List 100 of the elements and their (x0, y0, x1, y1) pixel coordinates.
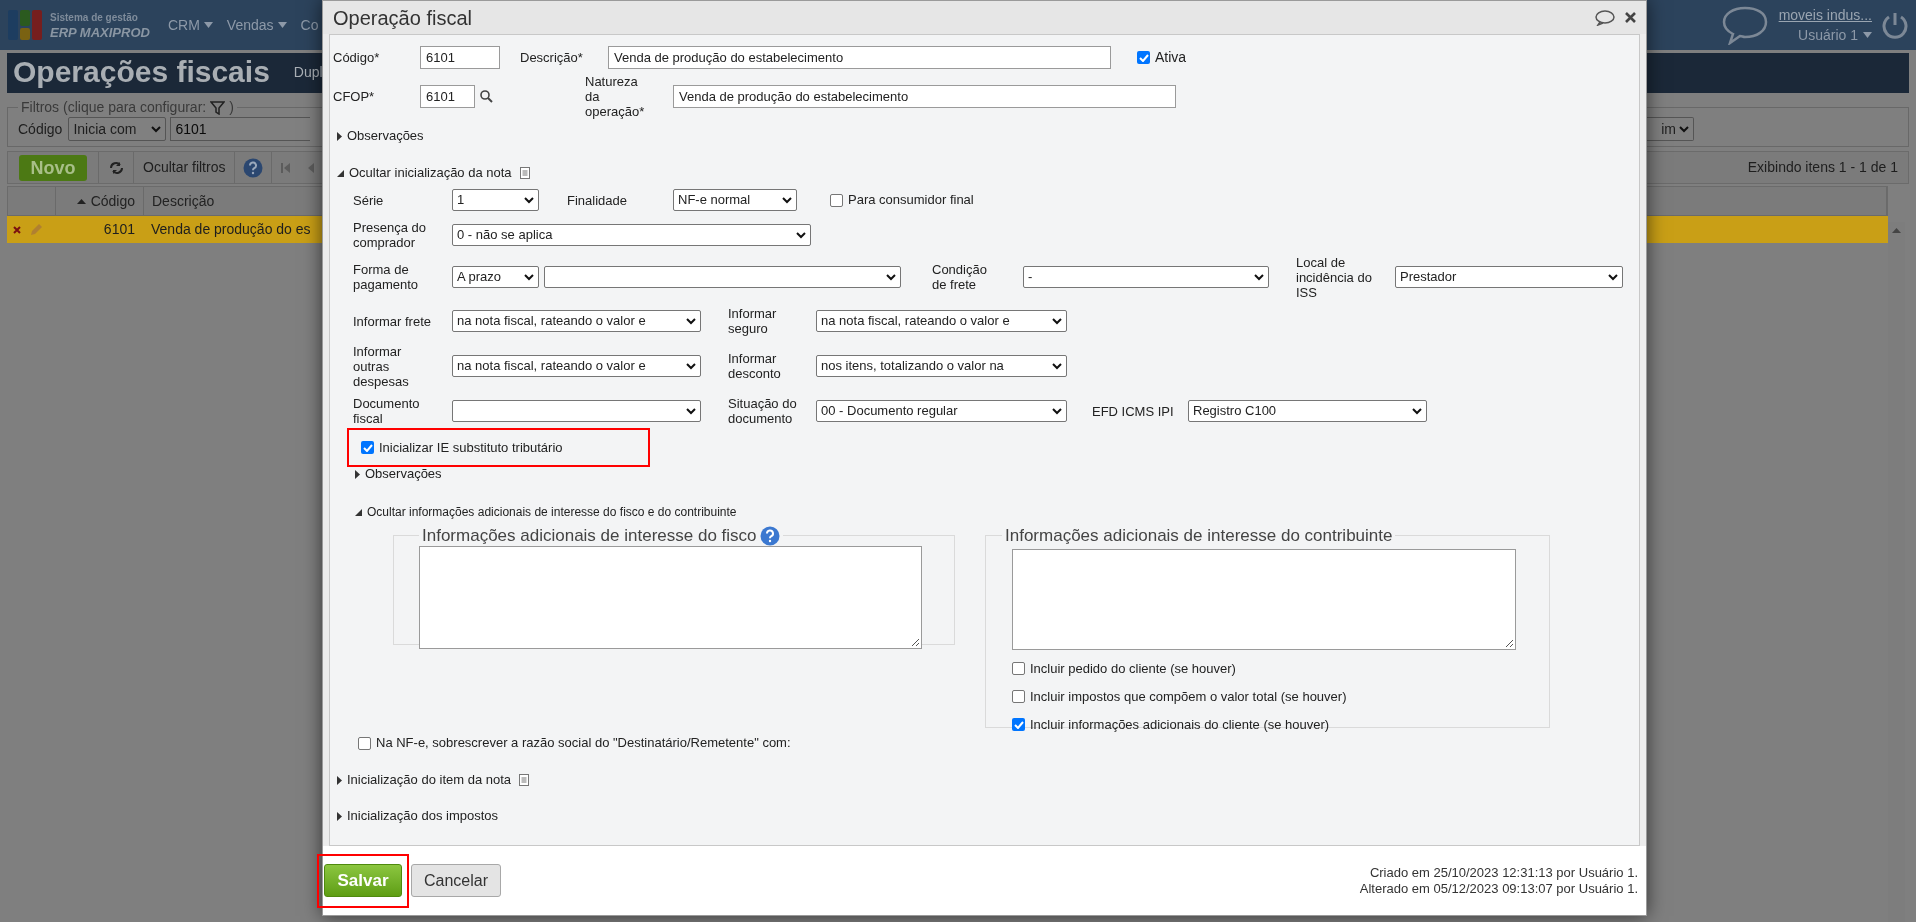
dropdown[interactable]: nos itens, totalizando o valor na (816, 355, 1067, 377)
field-label: Situação do documento (728, 396, 798, 426)
cancel-button[interactable]: Cancelar (411, 864, 501, 897)
chevron-icon (686, 362, 696, 370)
dropdown[interactable]: na nota fiscal, rateando o valor e (452, 355, 701, 377)
checkbox[interactable] (830, 193, 843, 207)
field-label: Condição de frete (932, 262, 988, 292)
field-label: Descrição* (520, 48, 584, 67)
section-toggle[interactable]: Inicialização dos impostos (337, 804, 499, 828)
input-field[interactable]: Venda de produção do estabelecimento (673, 85, 1176, 108)
field-label: Série (353, 192, 385, 208)
field-label: Local de incidência do ISS (1296, 254, 1373, 300)
checkbox[interactable] (1012, 718, 1025, 731)
field-label: Código* (333, 48, 381, 67)
close-icon[interactable] (1625, 12, 1636, 23)
delete-icon[interactable] (13, 225, 21, 234)
refresh-icon[interactable] (108, 160, 124, 175)
funnel-icon[interactable] (210, 100, 226, 115)
checkbox[interactable] (1012, 662, 1025, 675)
toolbar-link[interactable]: Dupl (293, 62, 323, 83)
search-icon[interactable] (480, 90, 493, 103)
caret-icon (277, 22, 287, 28)
sort-ascending-icon (76, 198, 86, 204)
company-link[interactable]: moveis indus... (1778, 5, 1872, 25)
chevron-icon (686, 407, 696, 415)
field-label: EFD ICMS IPI (1092, 403, 1175, 419)
paging-text: Exibindo itens 1 - 1 de 1 (1747, 158, 1898, 177)
expand-triangle-icon (337, 811, 342, 821)
comment-icon[interactable] (1595, 9, 1615, 26)
checkbox[interactable] (1012, 690, 1025, 703)
section-toggle[interactable]: Observações (337, 124, 1639, 148)
modified-info: Alterado em 05/12/2023 09:13:07 por Usuário 1. (1359, 880, 1638, 897)
section-toggle[interactable]: Ocultar inicialização da nota (337, 161, 1639, 185)
input-field[interactable]: 6101 (420, 46, 500, 69)
dropdown[interactable]: 0 - não se aplica (452, 224, 811, 246)
collapse-triangle-icon (355, 508, 362, 516)
caret-icon (1863, 32, 1872, 38)
field-label: Finalidade (567, 192, 628, 208)
expand-triangle-icon (355, 469, 360, 479)
note-icon[interactable] (519, 167, 530, 179)
chevron-icon (782, 196, 792, 204)
note-icon[interactable] (519, 774, 530, 786)
checkbox-label: Incluir pedido do cliente (se houver) (1030, 659, 1236, 678)
chevron-icon (151, 125, 162, 133)
filter-legend-end: ) (229, 98, 234, 117)
menu-item[interactable]: Vendas (226, 14, 287, 36)
chevron-icon (524, 196, 534, 204)
dropdown[interactable]: na nota fiscal, rateando o valor e (452, 310, 701, 332)
user-menu[interactable]: Usuário 1 (1798, 25, 1872, 45)
power-icon[interactable] (1882, 11, 1908, 39)
section-toggle[interactable]: Inicialização do item da nota (337, 768, 530, 792)
operator-select[interactable]: Inicia com (68, 117, 167, 141)
resize-grip-icon[interactable] (911, 637, 919, 646)
chevron-icon (1254, 273, 1264, 281)
dropdown[interactable]: 1 (452, 189, 539, 211)
help-icon[interactable] (759, 525, 780, 546)
dropdown[interactable]: Registro C100 (1188, 400, 1427, 422)
chevron-icon (1412, 407, 1422, 415)
resize-grip-icon[interactable] (1505, 638, 1513, 647)
brand-tagline: Sistema de gestão (50, 11, 139, 25)
expand-triangle-icon (337, 131, 342, 141)
dropdown[interactable]: 00 - Documento regular (816, 400, 1067, 422)
checkbox-label: Incluir impostos que compõem o valor total (se houver) (1030, 687, 1347, 706)
dropdown[interactable] (544, 266, 901, 288)
filter-select[interactable]: im (1646, 117, 1694, 141)
checkbox[interactable] (361, 441, 374, 454)
section-toggle[interactable]: Ocultar informações adicionais de interesse do fisco e do contribuinte (355, 502, 737, 522)
checkbox-label: Incluir informações adicionais do cliente (se houver) (1030, 715, 1330, 734)
checkbox[interactable] (358, 736, 371, 750)
filter-legend: Filtros (clique para configurar: (21, 97, 207, 118)
dropdown[interactable]: Prestador (1395, 266, 1623, 288)
checkbox-label: Inicializar IE substituto tributário (379, 438, 563, 457)
dropdown[interactable]: na nota fiscal, rateando o valor e (816, 310, 1067, 332)
dropdown[interactable]: NF-e normal (673, 189, 797, 211)
menu-item[interactable]: CRM (167, 14, 213, 36)
input-field[interactable]: Venda de produção do estabelecimento (608, 46, 1111, 69)
field-label: Documento fiscal (353, 396, 421, 426)
chevron-icon (524, 273, 534, 281)
field-label: Presença do comprador (353, 220, 427, 250)
checkbox[interactable] (1137, 51, 1150, 64)
hide-filters-button[interactable]: Ocultar filtros (134, 157, 235, 178)
filter-input[interactable]: 6101 (170, 117, 311, 141)
chevron-icon (686, 317, 696, 325)
fieldset-legend: Informações adicionais de interesse do fisco (422, 523, 757, 549)
help-icon[interactable] (243, 157, 264, 178)
checkbox-label: Na NF-e, sobrescrever a razão social do "Destinatário/Remetente" com: (376, 734, 791, 753)
chevron-icon (1052, 362, 1062, 370)
fieldset-legend: Informações adicionais de interesse do contribuinte (1005, 526, 1393, 545)
dropdown[interactable]: A prazo (452, 266, 539, 288)
dropdown[interactable] (452, 400, 701, 422)
field-label: Informar outras despesas (353, 343, 410, 389)
section-toggle[interactable]: Observações (355, 465, 442, 483)
collapse-triangle-icon (337, 169, 344, 177)
chevron-icon (1052, 407, 1062, 415)
dropdown[interactable]: - (1023, 266, 1269, 288)
column-header[interactable]: Código (56, 187, 144, 215)
checkbox-label: Ativa (1155, 48, 1187, 67)
chevron-icon (886, 273, 896, 281)
input-field[interactable]: 6101 (420, 85, 475, 108)
chat-icon[interactable] (1720, 5, 1769, 45)
